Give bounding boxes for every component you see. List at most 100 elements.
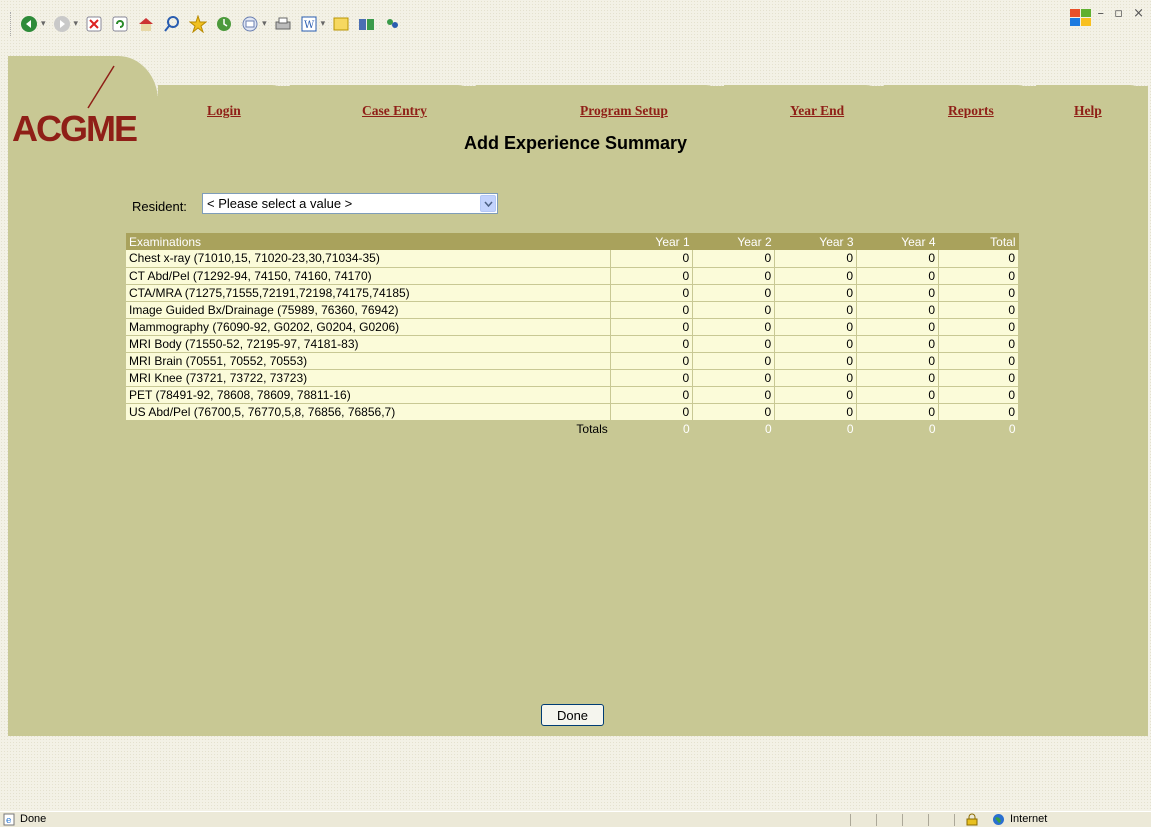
refresh-icon[interactable] — [110, 14, 130, 34]
back-icon[interactable] — [19, 14, 39, 34]
nav-year-end[interactable]: Year End — [790, 103, 844, 119]
status-divider — [850, 814, 851, 826]
exam-name-cell: US Abd/Pel (76700,5, 76770,5,8, 76856, 7… — [126, 403, 612, 421]
year-4-total: 0 — [928, 421, 936, 436]
year-4-cell: 0 — [856, 318, 939, 336]
column-header: Year 4 — [856, 233, 939, 250]
table-header-row: Examinations Year 1 Year 2 Year 3 Year 4… — [126, 233, 1019, 250]
table-row: CT Abd/Pel (71292-94, 74150, 74160, 7417… — [126, 267, 1019, 285]
forward-dropdown-icon[interactable]: ▾ — [74, 19, 79, 29]
exam-name-cell: MRI Knee (73721, 73722, 73723) — [126, 369, 612, 387]
done-button[interactable]: Done — [541, 704, 604, 726]
year-3-cell: 0 — [774, 250, 858, 268]
table-row: US Abd/Pel (76700,5, 76770,5,8, 76856, 7… — [126, 403, 1019, 421]
total-cell: 0 — [938, 267, 1019, 285]
year-4-cell: 0 — [856, 386, 939, 404]
lock-icon — [966, 813, 978, 827]
nav-program-setup[interactable]: Program Setup — [580, 103, 668, 119]
year-2-cell: 0 — [692, 335, 776, 353]
year-3-total: 0 — [846, 421, 854, 436]
research-icon[interactable] — [357, 14, 377, 34]
stop-icon[interactable] — [84, 14, 104, 34]
exam-name-cell: MRI Brain (70551, 70552, 70553) — [126, 352, 612, 370]
chevron-down-icon[interactable] — [480, 195, 496, 212]
year-1-cell: 0 — [610, 335, 694, 353]
year-1-cell: 0 — [610, 403, 694, 421]
year-2-cell: 0 — [692, 352, 776, 370]
total-cell: 0 — [938, 301, 1019, 319]
back-dropdown-icon[interactable]: ▾ — [41, 19, 46, 29]
year-4-cell: 0 — [856, 369, 939, 387]
history-icon[interactable] — [214, 14, 234, 34]
mail-icon[interactable] — [240, 14, 260, 34]
year-4-cell: 0 — [856, 284, 939, 302]
year-4-cell: 0 — [856, 335, 939, 353]
print-icon[interactable] — [273, 14, 293, 34]
exam-name-cell: CTA/MRA (71275,71555,72191,72198,74175,7… — [126, 284, 612, 302]
year-4-cell: 0 — [856, 352, 939, 370]
page-title: Add Experience Summary — [463, 133, 688, 153]
window-controls-icon[interactable]: – ▫ × — [1098, 6, 1147, 21]
exam-name-cell: Chest x-ray (71010,15, 71020-23,30,71034… — [126, 250, 612, 268]
year-1-cell: 0 — [610, 318, 694, 336]
status-divider — [928, 814, 929, 826]
forward-icon[interactable] — [52, 14, 72, 34]
year-2-cell: 0 — [692, 250, 776, 268]
resident-label: Resident: — [132, 199, 187, 214]
exam-name-cell: PET (78491-92, 78608, 78609, 78811-16) — [126, 386, 612, 404]
year-3-cell: 0 — [774, 318, 858, 336]
year-1-cell: 0 — [610, 284, 694, 302]
messenger-icon[interactable] — [383, 14, 403, 34]
year-4-cell: 0 — [856, 301, 939, 319]
status-bar: e Done Internet — [0, 811, 1151, 827]
year-3-cell: 0 — [774, 403, 858, 421]
svg-text:W: W — [304, 20, 315, 31]
table-row: MRI Body (71550-52, 72195-97, 74181-83) … — [126, 335, 1019, 353]
resident-select[interactable]: < Please select a value > — [202, 193, 498, 214]
year-2-cell: 0 — [692, 267, 776, 285]
ie-page-icon: e — [3, 813, 17, 826]
nav-reports[interactable]: Reports — [948, 103, 994, 119]
exam-name-cell: Mammography (76090-92, G0202, G0204, G02… — [126, 318, 612, 336]
total-cell: 0 — [938, 335, 1019, 353]
table-row: CTA/MRA (71275,71555,72191,72198,74175,7… — [126, 284, 1019, 302]
table-row: Mammography (76090-92, G0202, G0204, G02… — [126, 318, 1019, 336]
nav-case-entry[interactable]: Case Entry — [362, 103, 427, 119]
year-3-cell: 0 — [774, 386, 858, 404]
year-1-cell: 0 — [610, 250, 694, 268]
edit-dropdown-icon[interactable]: ▾ — [321, 19, 326, 29]
windows-logo-icon — [1069, 8, 1093, 28]
column-header: Year 2 — [692, 233, 775, 250]
year-1-total: 0 — [683, 421, 690, 436]
total-cell: 0 — [938, 284, 1019, 302]
header-panel — [8, 56, 1148, 105]
year-3-cell: 0 — [774, 369, 858, 387]
year-2-cell: 0 — [692, 284, 776, 302]
table-row: MRI Brain (70551, 70552, 70553) 0 0 0 0 … — [126, 352, 1019, 370]
discuss-icon[interactable] — [331, 14, 351, 34]
year-2-cell: 0 — [692, 386, 776, 404]
nav-login[interactable]: Login — [207, 103, 241, 119]
home-icon[interactable] — [136, 14, 156, 34]
nav-help[interactable]: Help — [1074, 103, 1102, 119]
experience-table: Examinations Year 1 Year 2 Year 3 Year 4… — [126, 233, 1019, 437]
year-3-cell: 0 — [774, 335, 858, 353]
exam-name-cell: MRI Body (71550-52, 72195-97, 74181-83) — [126, 335, 612, 353]
total-cell: 0 — [938, 318, 1019, 336]
total-cell: 0 — [938, 403, 1019, 421]
edit-icon[interactable]: W — [299, 14, 319, 34]
year-3-cell: 0 — [774, 267, 858, 285]
column-header: Year 3 — [774, 233, 857, 250]
year-3-cell: 0 — [774, 284, 858, 302]
search-icon[interactable] — [162, 14, 182, 34]
mail-dropdown-icon[interactable]: ▾ — [262, 19, 267, 29]
column-header: Total — [938, 233, 1019, 250]
column-header: Examinations — [126, 233, 611, 250]
table-row: Chest x-ray (71010,15, 71020-23,30,71034… — [126, 250, 1019, 268]
totals-row: Totals 0 0 0 0 0 — [126, 420, 1019, 437]
logo-tab — [8, 56, 158, 101]
table-row: PET (78491-92, 78608, 78609, 78811-16) 0… — [126, 386, 1019, 404]
globe-icon — [992, 813, 1005, 827]
favorites-icon[interactable] — [188, 14, 208, 34]
year-4-cell: 0 — [856, 250, 939, 268]
